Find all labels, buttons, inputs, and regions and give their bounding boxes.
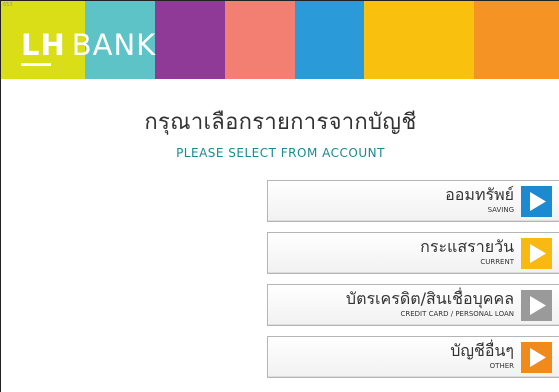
header-color-band <box>364 1 474 79</box>
credit-label-thai: บัตรเครดิต/สินเชื่อบุคคล <box>345 289 514 308</box>
play-arrow-icon <box>521 290 552 321</box>
credit-label-english: CREDIT CARD / PERSONAL LOAN <box>400 310 514 318</box>
play-arrow-icon <box>521 342 552 373</box>
atm-screen: LH BANK 653 กรุณาเลือกรายการจากบัญชี PLEA… <box>0 0 559 392</box>
page-title-english: PLEASE SELECT FROM ACCOUNT <box>176 146 385 160</box>
logo-prefix: LH <box>21 28 66 62</box>
play-arrow-icon <box>521 186 552 217</box>
other-account-button[interactable]: บัญชีอื่นๆ OTHER <box>267 336 559 378</box>
saving-account-button[interactable]: ออมทรัพย์ SAVING <box>267 180 559 222</box>
header-color-band <box>295 1 364 79</box>
saving-label-english: SAVING <box>487 206 514 214</box>
page-title-thai: กรุณาเลือกรายการจากบัญชี <box>144 110 417 135</box>
saving-label-thai: ออมทรัพย์ <box>445 185 514 204</box>
current-label-english: CURRENT <box>480 258 514 266</box>
screen-id: 653 <box>3 2 13 8</box>
play-arrow-icon <box>521 238 552 269</box>
logo-underline <box>21 63 51 66</box>
current-label-thai: กระแสรายวัน <box>420 237 514 256</box>
credit-card-loan-button[interactable]: บัตรเครดิต/สินเชื่อบุคคล CREDIT CARD / P… <box>267 284 559 326</box>
other-label-thai: บัญชีอื่นๆ <box>450 341 514 360</box>
logo-name: BANK <box>71 28 157 62</box>
current-account-button[interactable]: กระแสรายวัน CURRENT <box>267 232 559 274</box>
header-color-band <box>225 1 295 79</box>
header-color-band <box>155 1 225 79</box>
brand-header: LH BANK <box>1 1 559 79</box>
other-label-english: OTHER <box>489 362 514 370</box>
header-color-band <box>474 1 559 79</box>
bank-logo: LH BANK <box>21 28 156 62</box>
